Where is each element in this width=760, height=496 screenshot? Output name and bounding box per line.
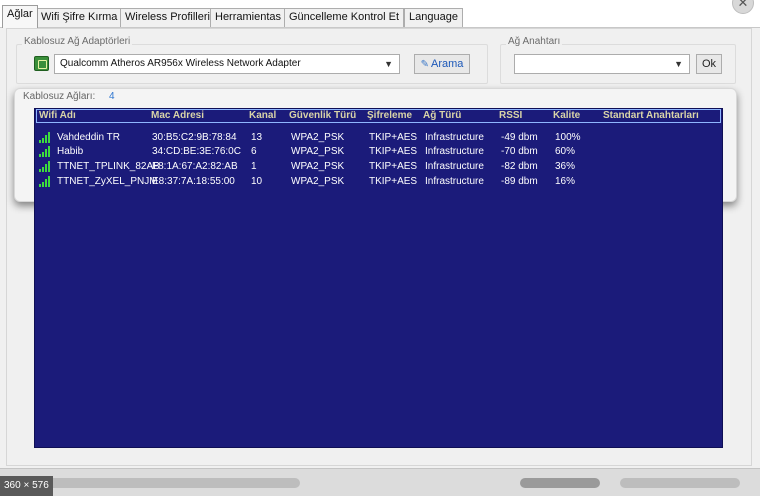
- tab-herramientas[interactable]: Herramientas: [210, 8, 287, 27]
- chevron-down-icon: ▼: [674, 59, 683, 69]
- signal-icon: [39, 146, 51, 157]
- tab-language[interactable]: Language: [404, 8, 463, 27]
- row-name: TTNET_ZyXEL_PNJM: [57, 176, 158, 187]
- row-mac: F8:1A:67:A2:82:AB: [152, 161, 238, 172]
- col-standard-keys[interactable]: Standart Anahtarları: [603, 110, 699, 121]
- row-rssi: -70 dbm: [501, 146, 538, 157]
- search-button-label: Arama: [430, 58, 464, 70]
- row-name: Habib: [57, 146, 84, 157]
- tab-wireless-profilleri[interactable]: Wireless Profilleri: [120, 8, 215, 27]
- row-quality: 16%: [555, 176, 576, 187]
- wifi-count-label: Kablosuz Ağları:: [23, 91, 96, 102]
- ok-button[interactable]: Ok: [696, 54, 722, 74]
- row-channel: 10: [251, 176, 263, 187]
- row-type: Infrastructure: [425, 161, 484, 172]
- tab-strip: Ağlar Wifi Şifre Kırma Wireless Profille…: [0, 0, 760, 28]
- row-quality: 36%: [555, 161, 576, 172]
- signal-icon: [39, 176, 51, 187]
- row-encryption: TKIP+AES: [369, 132, 418, 143]
- col-rssi[interactable]: RSSI: [499, 110, 522, 121]
- row-security: WPA2_PSK: [291, 132, 345, 143]
- adapter-select-value: Qualcomm Atheros AR956x Wireless Network…: [60, 58, 301, 69]
- network-key-label: Ağ Anahtarı: [506, 36, 563, 47]
- row-channel: 6: [251, 146, 257, 157]
- row-rssi: -89 dbm: [501, 176, 538, 187]
- col-mac[interactable]: Mac Adresi: [151, 110, 204, 121]
- row-channel: 13: [251, 132, 263, 143]
- row-mac: E8:37:7A:18:55:00: [152, 176, 235, 187]
- col-channel[interactable]: Kanal: [249, 110, 276, 121]
- status-segment: [40, 478, 300, 488]
- row-quality: 60%: [555, 146, 576, 157]
- signal-icon: [39, 161, 51, 172]
- row-quality: 100%: [555, 132, 581, 143]
- adapter-group-label: Kablosuz Ağ Adaptörleri: [22, 36, 133, 47]
- wifi-list-header: Wifi Adı Mac Adresi Kanal Güvenlik Türü …: [36, 109, 721, 123]
- dimension-badge: 360 × 576: [0, 476, 53, 496]
- row-name: Vahdeddin TR: [57, 132, 121, 143]
- col-network-type[interactable]: Ağ Türü: [423, 110, 461, 121]
- col-encryption[interactable]: Şifreleme: [367, 110, 412, 121]
- chevron-down-icon: ▼: [384, 59, 393, 69]
- tab-wifi-sifre-kirma[interactable]: Wifi Şifre Kırma: [36, 8, 123, 27]
- table-row[interactable]: TTNET_ZyXEL_PNJM E8:37:7A:18:55:00 10 WP…: [35, 174, 721, 189]
- signal-icon: [39, 132, 51, 143]
- row-encryption: TKIP+AES: [369, 146, 418, 157]
- wifi-count: 4: [109, 91, 115, 102]
- status-segment: [620, 478, 740, 488]
- row-mac: 30:B5:C2:9B:78:84: [152, 132, 237, 143]
- search-icon: ✎: [420, 59, 429, 70]
- col-security[interactable]: Güvenlik Türü: [289, 110, 356, 121]
- row-name: TTNET_TPLINK_82AB: [57, 161, 160, 172]
- close-icon[interactable]: ✕: [732, 0, 754, 14]
- table-row[interactable]: Habib 34:CD:BE:3E:76:0C 6 WPA2_PSK TKIP+…: [35, 144, 721, 159]
- row-encryption: TKIP+AES: [369, 161, 418, 172]
- row-security: WPA2_PSK: [291, 146, 345, 157]
- row-mac: 34:CD:BE:3E:76:0C: [152, 146, 241, 157]
- col-quality[interactable]: Kalite: [553, 110, 580, 121]
- tab-aglar[interactable]: Ağlar: [2, 5, 38, 28]
- row-type: Infrastructure: [425, 132, 484, 143]
- status-segment: [520, 478, 600, 488]
- row-security: WPA2_PSK: [291, 161, 345, 172]
- row-encryption: TKIP+AES: [369, 176, 418, 187]
- row-rssi: -82 dbm: [501, 161, 538, 172]
- network-key-select[interactable]: ▼: [514, 54, 690, 74]
- row-security: WPA2_PSK: [291, 176, 345, 187]
- table-row[interactable]: TTNET_TPLINK_82AB F8:1A:67:A2:82:AB 1 WP…: [35, 159, 721, 174]
- row-type: Infrastructure: [425, 146, 484, 157]
- adapter-select[interactable]: Qualcomm Atheros AR956x Wireless Network…: [54, 54, 400, 74]
- row-rssi: -49 dbm: [501, 132, 538, 143]
- network-adapter-icon: [34, 56, 49, 71]
- row-type: Infrastructure: [425, 176, 484, 187]
- col-wifi-name[interactable]: Wifi Adı: [39, 110, 76, 121]
- table-row[interactable]: Vahdeddin TR 30:B5:C2:9B:78:84 13 WPA2_P…: [35, 130, 721, 145]
- search-button[interactable]: ✎ Arama: [414, 54, 470, 74]
- wifi-list[interactable]: Wifi Adı Mac Adresi Kanal Güvenlik Türü …: [34, 108, 723, 448]
- row-channel: 1: [251, 161, 257, 172]
- tab-guncelleme-kontrol-et[interactable]: Güncelleme Kontrol Et: [284, 8, 405, 27]
